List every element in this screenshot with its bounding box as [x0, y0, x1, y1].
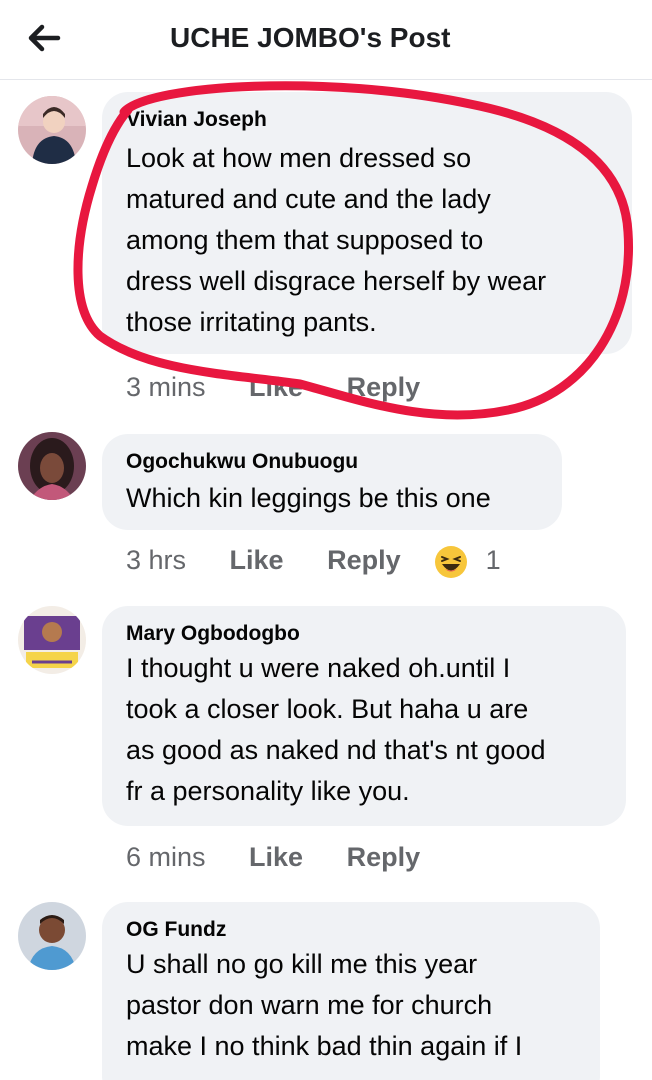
comment-text: Which kin leggings be this one — [126, 483, 491, 513]
page-title: UCHE JOMBO's Post — [170, 22, 451, 53]
comment-actions: 3 hrs Like Reply 1 — [126, 545, 501, 579]
comment-time: 3 hrs — [126, 545, 187, 576]
post-comments-screen: UCHE JOMBO's Post Vivian Joseph Look at … — [0, 0, 652, 1080]
reply-button[interactable]: Reply — [347, 372, 421, 403]
like-button[interactable]: Like — [230, 545, 284, 576]
reaction-count: 1 — [485, 545, 501, 576]
comment-author[interactable]: Mary Ogbodogbo — [126, 620, 606, 648]
back-button[interactable] — [22, 18, 66, 58]
comment-bubble: Ogochukwu Onubuogu Which kin leggings be… — [102, 434, 562, 530]
comment-author[interactable]: Ogochukwu Onubuogu — [126, 448, 542, 476]
comment-bubble: OG Fundz U shall no go kill me this year… — [102, 902, 600, 1080]
comment-author[interactable]: Vivian Joseph — [126, 106, 612, 134]
reply-button[interactable]: Reply — [327, 545, 401, 576]
reply-button[interactable]: Reply — [347, 842, 421, 873]
top-bar: UCHE JOMBO's Post — [0, 0, 652, 80]
comment-actions: 6 mins Like Reply — [126, 842, 456, 873]
like-button[interactable]: Like — [249, 842, 303, 873]
like-button[interactable]: Like — [249, 372, 303, 403]
avatar[interactable] — [18, 606, 86, 674]
comment-time: 3 mins — [126, 372, 206, 402]
comment-text: U shall no go kill me this year pastor d… — [126, 949, 523, 1061]
comment-text: Look at how men dressed so matured and c… — [126, 143, 547, 337]
avatar[interactable] — [18, 432, 86, 500]
avatar[interactable] — [18, 902, 86, 970]
comment-time: 6 mins — [126, 842, 206, 872]
comment-author[interactable]: OG Fundz — [126, 916, 580, 944]
comment-text: I thought u were naked oh.until I took a… — [126, 653, 546, 806]
comment-bubble: Vivian Joseph Look at how men dressed so… — [102, 92, 632, 354]
haha-emoji-icon[interactable] — [434, 545, 468, 579]
arrow-left-icon — [28, 24, 61, 52]
avatar[interactable] — [18, 96, 86, 164]
comment-bubble: Mary Ogbodogbo I thought u were naked oh… — [102, 606, 626, 826]
comment-actions: 3 mins Like Reply — [126, 372, 456, 403]
